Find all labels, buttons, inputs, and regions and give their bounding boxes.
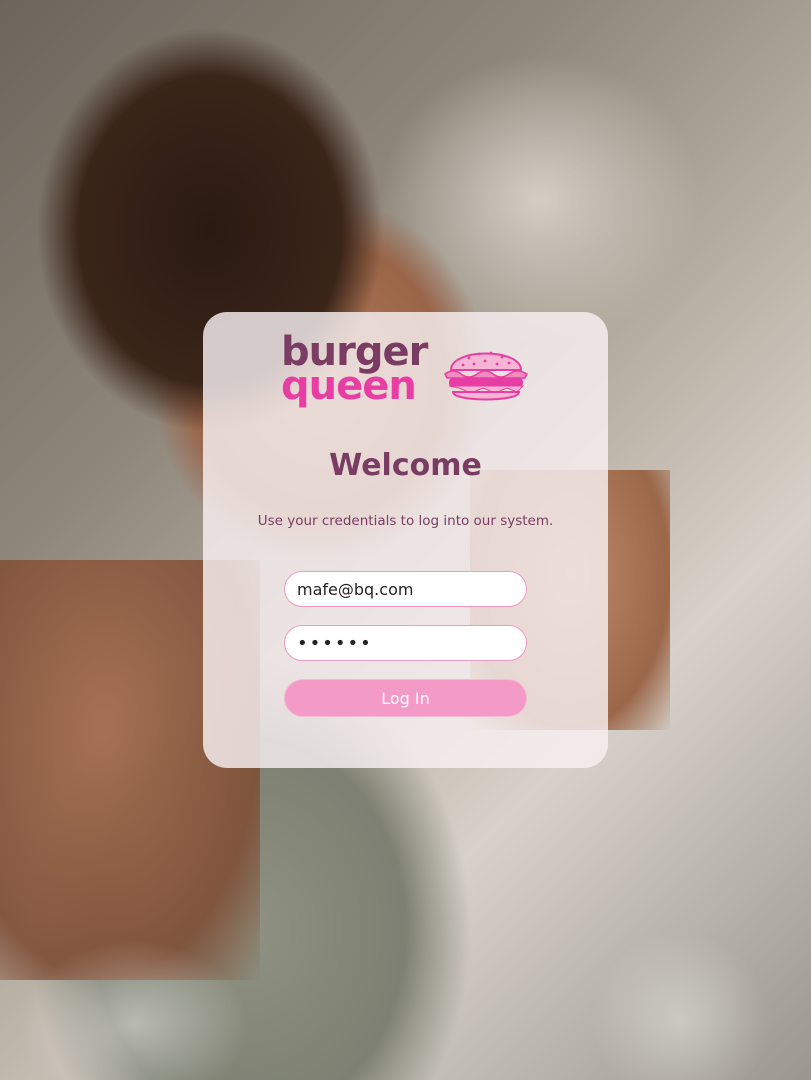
logo-wordmark: burger queen — [281, 332, 428, 409]
background-glass-right — [591, 930, 771, 1080]
password-field[interactable] — [284, 625, 527, 661]
login-card: burger queen Welcome Use your credential… — [203, 312, 608, 768]
burger-icon — [444, 351, 528, 401]
background-glass — [20, 940, 250, 1080]
email-field[interactable] — [284, 571, 527, 607]
page-title: Welcome — [329, 448, 482, 483]
page-subtitle: Use your credentials to log into our sys… — [257, 513, 554, 529]
login-button[interactable]: Log In — [284, 679, 527, 717]
brand-logo: burger queen — [281, 332, 533, 414]
logo-line-queen: queen — [281, 363, 417, 409]
